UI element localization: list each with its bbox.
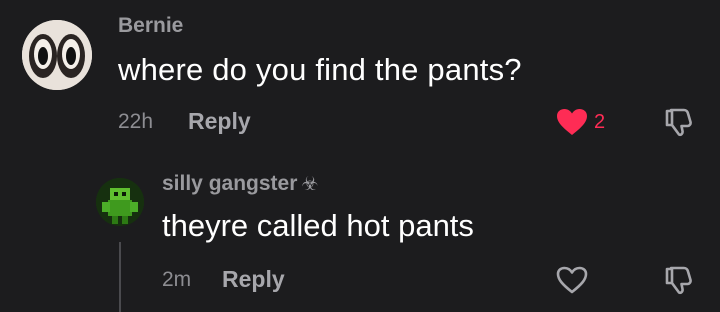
- dislike-icon[interactable]: [662, 106, 694, 143]
- reply-dislike-icon[interactable]: [662, 264, 694, 301]
- thread-line: [119, 242, 121, 312]
- reply-reply-button[interactable]: Reply: [222, 266, 285, 293]
- reply-avatar-image: [96, 178, 144, 226]
- comment-timestamp: 22h: [118, 110, 154, 133]
- heart-outline-icon[interactable]: [556, 266, 588, 299]
- reply-avatar[interactable]: [96, 178, 144, 226]
- reply-timestamp: 2m: [162, 268, 192, 291]
- like-count: 2: [594, 111, 606, 133]
- avatar[interactable]: [22, 20, 92, 90]
- avatar-image: [22, 20, 92, 90]
- comment-thread: Bernie where do you find the pants? 22h …: [0, 0, 720, 312]
- reply-author[interactable]: silly gangster: [162, 172, 297, 195]
- biohazard-icon: ☣: [301, 174, 319, 195]
- reply-author-line[interactable]: silly gangster ☣: [162, 172, 318, 196]
- reply-button[interactable]: Reply: [188, 108, 251, 135]
- comment-text: where do you find the pants?: [118, 52, 522, 87]
- heart-icon[interactable]: [556, 108, 588, 141]
- reply-text: theyre called hot pants: [162, 208, 474, 243]
- comment-author[interactable]: Bernie: [118, 14, 183, 38]
